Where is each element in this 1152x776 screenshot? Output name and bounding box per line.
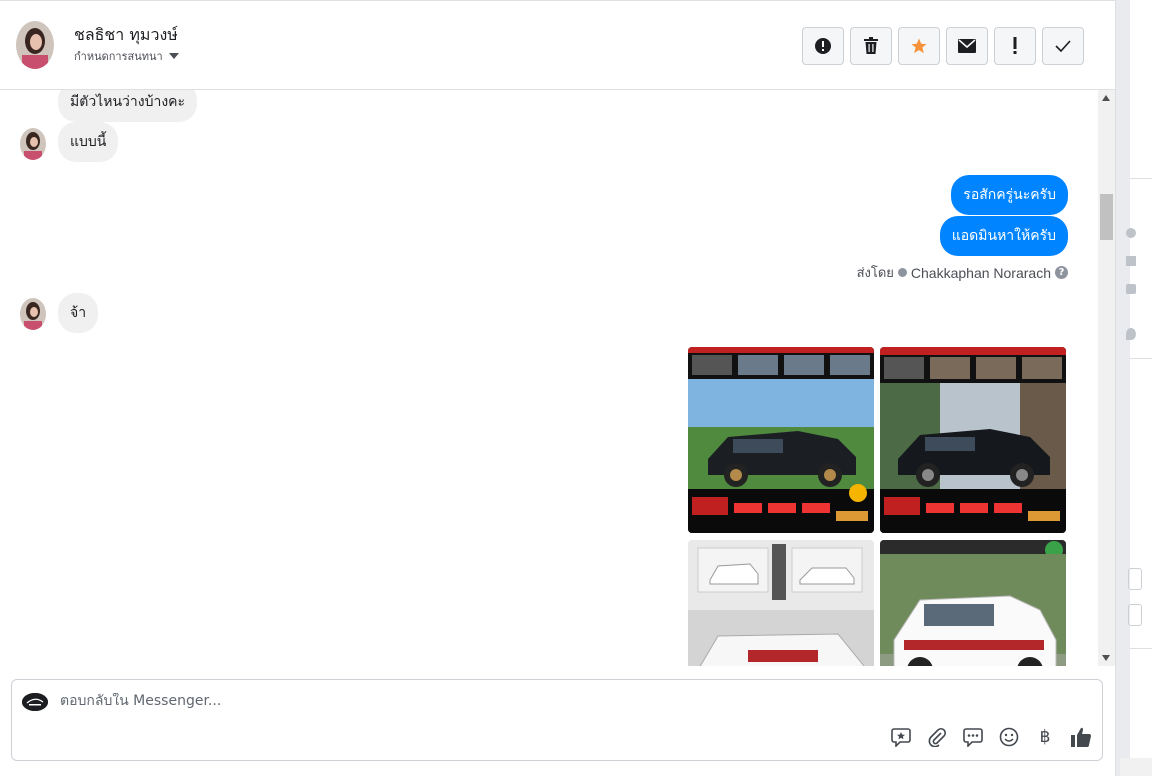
assign-label: กำหนดการสนทนา — [74, 50, 163, 63]
send-like-button[interactable] — [1070, 726, 1092, 748]
contact-name[interactable]: ชลธิชา ทุมวงษ์ — [74, 23, 178, 48]
star-button[interactable] — [898, 27, 940, 65]
reply-composer: ฿ — [11, 679, 1103, 761]
attach-file-button[interactable] — [926, 726, 948, 748]
question-icon[interactable]: ? — [1055, 266, 1068, 279]
message-scrollbar[interactable] — [1098, 90, 1115, 666]
page-logo-icon — [22, 693, 48, 711]
baht-icon: ฿ — [1039, 727, 1051, 746]
message-bubble-incoming: มีตัวไหนว่างบ้างคะ — [58, 90, 198, 122]
caret-down-icon — [168, 53, 179, 59]
envelope-icon — [958, 39, 976, 53]
divider — [1130, 648, 1152, 649]
message-bubble-incoming: จ้า — [58, 293, 99, 333]
delete-button[interactable] — [850, 27, 892, 65]
car-photo[interactable] — [688, 540, 874, 666]
sidebar-input[interactable] — [1128, 604, 1142, 626]
exclamation-icon — [1013, 37, 1017, 54]
location-pin-icon — [1126, 328, 1136, 340]
composer-actions: ฿ — [890, 726, 1092, 748]
mark-done-button[interactable] — [1042, 27, 1084, 65]
right-sidebar — [1116, 0, 1152, 776]
divider — [1130, 178, 1152, 179]
message-bubble-incoming: แบบนี้ — [58, 122, 119, 162]
scroll-thumb[interactable] — [1100, 194, 1113, 240]
contact-avatar-small — [20, 298, 46, 330]
quick-replies-button[interactable] — [962, 726, 984, 748]
alert-circle-icon — [815, 38, 831, 54]
agent-name[interactable]: Chakkaphan Norarach — [911, 265, 1051, 281]
message-bubble-outgoing: แอดมินหาให้ครับ — [939, 216, 1068, 256]
sent-by-label: ส่งโดย — [856, 266, 894, 281]
book-icon — [1126, 284, 1136, 294]
assign-conversation-dropdown[interactable]: กำหนดการสนทนา — [74, 47, 179, 65]
trash-icon — [864, 37, 878, 54]
emoji-button[interactable] — [998, 726, 1020, 748]
saved-reply-button[interactable] — [890, 726, 912, 748]
car-photo[interactable] — [880, 347, 1066, 533]
mark-unread-button[interactable] — [946, 27, 988, 65]
contact-avatar[interactable] — [16, 21, 54, 69]
checkmark-icon — [1055, 40, 1071, 52]
sidebar-horizontal-scrollbar[interactable] — [1120, 758, 1152, 776]
thumbs-up-icon — [1071, 727, 1091, 747]
follow-up-button[interactable] — [994, 27, 1036, 65]
car-photo[interactable] — [880, 540, 1066, 666]
divider — [1130, 358, 1152, 359]
star-speech-bubble-icon — [891, 728, 911, 747]
speech-bubble-dots-icon — [963, 728, 983, 747]
contact-avatar-small — [20, 128, 46, 160]
smiley-icon — [999, 727, 1019, 747]
paperclip-icon — [928, 727, 947, 747]
reply-input[interactable] — [60, 693, 760, 709]
sidebar-input[interactable] — [1128, 568, 1142, 590]
chat-panel: ชลธิชา ทุมวงษ์ กำหนดการสนทนา มีตัวไหนว่า… — [0, 0, 1116, 776]
sent-by-line: ส่งโดย Chakkaphan Norarach ? — [857, 262, 1068, 283]
message-thread[interactable]: มีตัวไหนว่างบ้างคะ แบบนี้ รอสักครู่นะครั… — [0, 90, 1098, 666]
conversation-toolbar — [802, 27, 1084, 65]
verified-badge-icon — [897, 268, 907, 277]
scroll-up-arrow-icon[interactable] — [1102, 95, 1110, 101]
right-sidebar-content — [1120, 0, 1152, 776]
message-bubble-outgoing: รอสักครู่นะครับ — [951, 175, 1068, 215]
conversation-header: ชลธิชา ทุมวงษ์ กำหนดการสนทนา — [0, 0, 1115, 90]
star-icon — [911, 38, 927, 54]
spam-button[interactable] — [802, 27, 844, 65]
payment-button[interactable]: ฿ — [1034, 726, 1056, 748]
car-photo[interactable] — [688, 347, 874, 533]
scroll-down-arrow-icon[interactable] — [1102, 655, 1110, 661]
info-icon — [1126, 228, 1136, 238]
like-icon — [1126, 256, 1136, 266]
